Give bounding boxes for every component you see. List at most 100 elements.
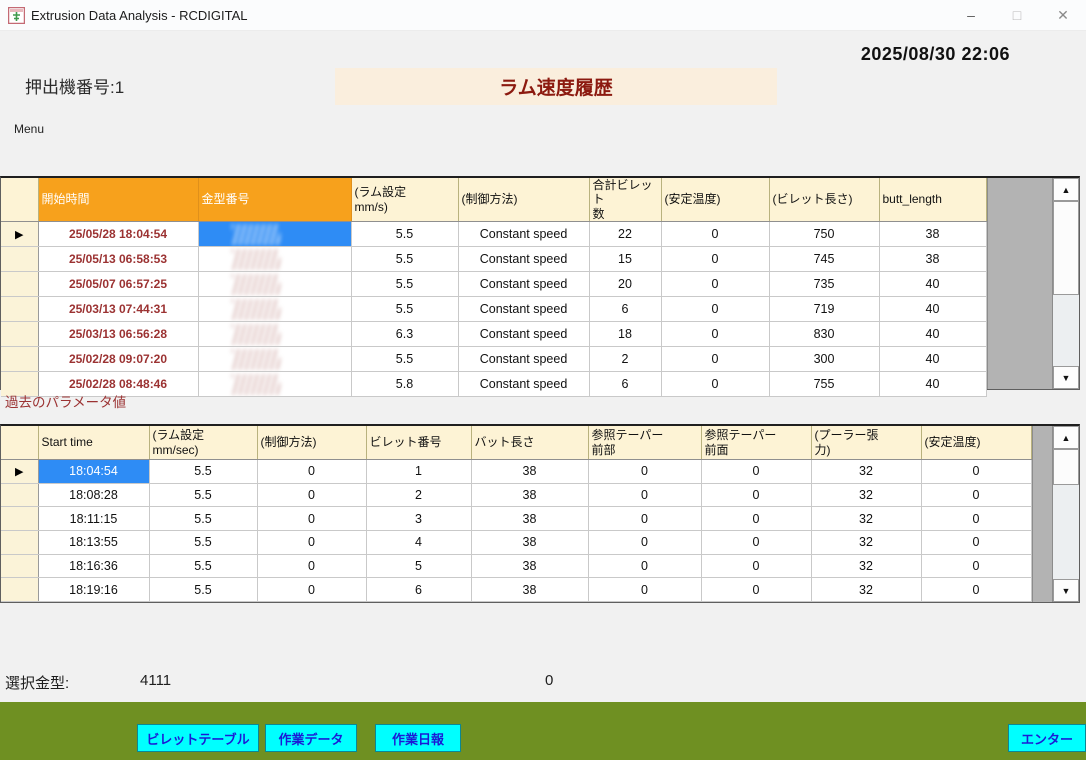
grid-cell[interactable]: 719 xyxy=(769,297,879,322)
grid-cell[interactable]: 38 xyxy=(471,483,588,507)
row-selector[interactable] xyxy=(1,247,38,272)
grid-cell[interactable]: 5.5 xyxy=(351,297,458,322)
column-header[interactable]: 合計ビレット 数 xyxy=(589,178,661,222)
grid-cell[interactable]: 20 xyxy=(589,272,661,297)
scrollbar-thumb[interactable] xyxy=(1053,449,1079,485)
grid-cell[interactable]: 18:16:36 xyxy=(38,554,149,578)
grid-cell[interactable]: 830 xyxy=(769,322,879,347)
grid-cell[interactable]: 300 xyxy=(769,347,879,372)
row-selector[interactable] xyxy=(1,322,38,347)
grid-cell[interactable]: 0 xyxy=(588,483,701,507)
grid-cell[interactable]: 5.8 xyxy=(351,372,458,397)
close-button[interactable]: ✕ xyxy=(1040,0,1086,30)
grid-cell[interactable]: 18:08:28 xyxy=(38,483,149,507)
grid-cell[interactable]: 6 xyxy=(366,578,471,602)
scroll-down-button[interactable]: ▼ xyxy=(1053,366,1079,389)
grid-cell[interactable]: 6 xyxy=(589,297,661,322)
grid-cell[interactable]: 0 xyxy=(701,578,811,602)
grid-cell[interactable]: 5 xyxy=(366,554,471,578)
grid-cell[interactable]: 38 xyxy=(471,460,588,484)
column-header[interactable]: 参照テーパー 前面 xyxy=(701,426,811,460)
grid-cell[interactable]: 0 xyxy=(701,530,811,554)
grid-cell[interactable]: 745 xyxy=(769,247,879,272)
work-report-button[interactable]: 作業日報 xyxy=(375,724,461,752)
grid-cell[interactable]: 32 xyxy=(811,554,921,578)
row-selector[interactable] xyxy=(1,554,38,578)
grid-cell[interactable] xyxy=(198,297,351,322)
column-header[interactable]: (安定温度) xyxy=(661,178,769,222)
grid-cell[interactable]: 5.5 xyxy=(351,347,458,372)
grid-cell[interactable]: 0 xyxy=(257,530,366,554)
grid-cell[interactable]: 0 xyxy=(588,460,701,484)
grid-cell[interactable]: 5.5 xyxy=(351,272,458,297)
grid-cell[interactable]: 0 xyxy=(588,507,701,531)
column-header[interactable]: (ラム設定 mm/s) xyxy=(351,178,458,222)
grid-cell[interactable]: 4 xyxy=(366,530,471,554)
column-header[interactable]: Start time xyxy=(38,426,149,460)
column-header[interactable]: (プーラー張 力) xyxy=(811,426,921,460)
grid-cell[interactable]: 735 xyxy=(769,272,879,297)
grid-cell[interactable] xyxy=(198,272,351,297)
work-data-button[interactable]: 作業データ xyxy=(265,724,357,752)
column-header[interactable]: (制御方法) xyxy=(257,426,366,460)
grid-cell[interactable]: 38 xyxy=(879,222,986,247)
grid-cell[interactable]: 40 xyxy=(879,372,986,397)
grid-cell[interactable]: Constant speed xyxy=(458,247,589,272)
grid-cell[interactable]: 0 xyxy=(257,554,366,578)
grid-cell[interactable]: 5.5 xyxy=(149,530,257,554)
grid-cell[interactable]: 38 xyxy=(471,554,588,578)
column-header[interactable]: ビレット番号 xyxy=(366,426,471,460)
grid-cell[interactable]: 2 xyxy=(366,483,471,507)
grid-cell[interactable]: 32 xyxy=(811,460,921,484)
grid-cell[interactable]: 0 xyxy=(661,347,769,372)
row-selector[interactable] xyxy=(1,272,38,297)
grid-cell[interactable]: 38 xyxy=(471,578,588,602)
grid-cell[interactable]: 0 xyxy=(588,530,701,554)
grid-cell[interactable]: 0 xyxy=(257,507,366,531)
grid-cell[interactable]: 18:04:54 xyxy=(38,460,149,484)
grid-cell[interactable]: Constant speed xyxy=(458,372,589,397)
grid-cell[interactable]: 38 xyxy=(471,507,588,531)
grid-cell[interactable]: 0 xyxy=(921,507,1031,531)
parameters-scrollbar[interactable]: ▲ ▼ xyxy=(1052,426,1079,602)
scrollbar-track[interactable] xyxy=(1053,449,1079,579)
grid-cell[interactable]: 5.5 xyxy=(351,247,458,272)
grid-cell[interactable]: 1 xyxy=(366,460,471,484)
grid-cell[interactable]: 25/03/13 06:56:28 xyxy=(38,322,198,347)
grid-cell[interactable]: 0 xyxy=(588,578,701,602)
grid-cell[interactable] xyxy=(198,222,351,247)
grid-cell[interactable]: 32 xyxy=(811,578,921,602)
grid-cell[interactable]: 755 xyxy=(769,372,879,397)
row-selector[interactable] xyxy=(1,530,38,554)
scroll-up-button[interactable]: ▲ xyxy=(1053,178,1079,201)
column-header[interactable]: (安定温度) xyxy=(921,426,1031,460)
grid-cell[interactable]: 0 xyxy=(661,372,769,397)
grid-cell[interactable]: 40 xyxy=(879,272,986,297)
grid-cell[interactable]: 18:11:15 xyxy=(38,507,149,531)
column-header[interactable]: 開始時間 xyxy=(38,178,198,222)
grid-cell[interactable]: 0 xyxy=(588,554,701,578)
column-header[interactable]: 参照テーパー 前部 xyxy=(588,426,701,460)
grid-cell[interactable]: 5.5 xyxy=(149,554,257,578)
grid-cell[interactable]: 32 xyxy=(811,507,921,531)
row-selector[interactable] xyxy=(1,297,38,322)
grid-cell[interactable]: 0 xyxy=(701,554,811,578)
grid-cell[interactable]: 22 xyxy=(589,222,661,247)
grid-cell[interactable]: 5.5 xyxy=(149,578,257,602)
grid-cell[interactable]: 5.5 xyxy=(149,460,257,484)
column-header[interactable]: (ビレット長さ) xyxy=(769,178,879,222)
grid-cell[interactable]: 25/05/28 18:04:54 xyxy=(38,222,198,247)
column-header[interactable]: (ラム設定 mm/sec) xyxy=(149,426,257,460)
enter-button[interactable]: エンター xyxy=(1008,724,1086,752)
grid-cell[interactable]: 0 xyxy=(701,483,811,507)
row-selector[interactable] xyxy=(1,483,38,507)
grid-cell[interactable]: 25/03/13 07:44:31 xyxy=(38,297,198,322)
row-selector[interactable] xyxy=(1,578,38,602)
grid-cell[interactable]: 0 xyxy=(257,483,366,507)
grid-cell[interactable]: 0 xyxy=(661,272,769,297)
grid-cell[interactable]: 0 xyxy=(257,578,366,602)
row-selector[interactable] xyxy=(1,507,38,531)
grid-cell[interactable]: 25/05/13 06:58:53 xyxy=(38,247,198,272)
grid-cell[interactable]: 0 xyxy=(921,530,1031,554)
billet-table-button[interactable]: ビレットテーブル xyxy=(137,724,259,752)
